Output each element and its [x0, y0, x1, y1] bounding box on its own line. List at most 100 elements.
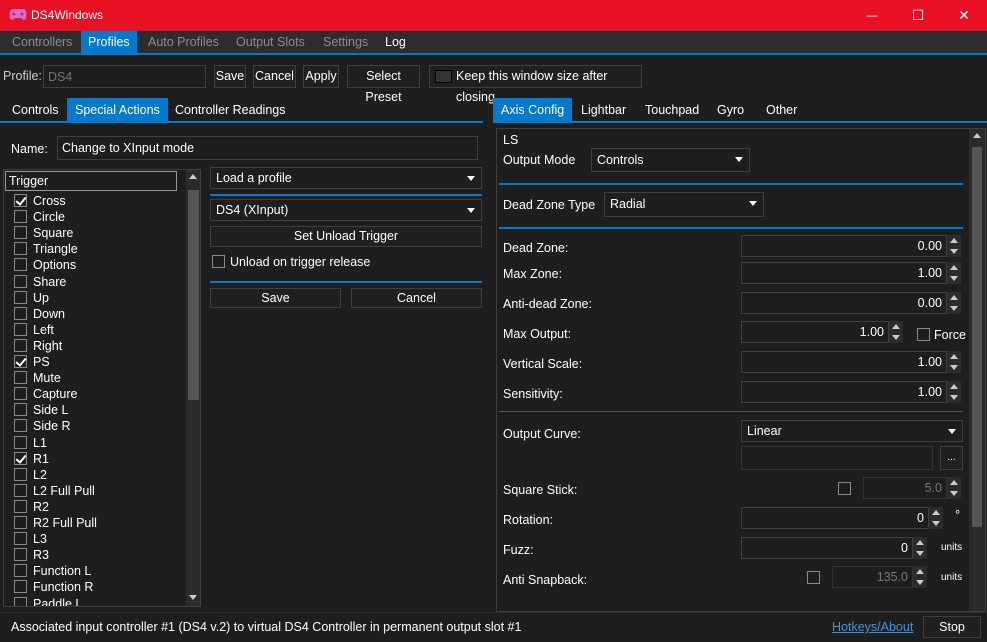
profile-apply-button[interactable]: Apply: [303, 65, 339, 88]
max-output-spinner[interactable]: [889, 321, 903, 343]
scroll-thumb[interactable]: [972, 147, 982, 527]
trigger-checkbox[interactable]: [14, 403, 27, 417]
tab-output-slots[interactable]: Output Slots: [229, 31, 312, 53]
axis-scrollbar[interactable]: [969, 129, 985, 611]
hotkeys-about-link[interactable]: Hotkeys/About: [832, 620, 913, 634]
degree-label: °: [955, 507, 961, 522]
profile-name-input[interactable]: [43, 65, 206, 88]
action-save-button[interactable]: Save: [210, 288, 341, 308]
keep-size-toggle[interactable]: Keep this window size after closing: [429, 65, 642, 104]
minimize-button[interactable]: —: [849, 0, 895, 31]
profile-save-button[interactable]: Save: [214, 65, 246, 88]
custom-curve-input: [741, 446, 933, 470]
scroll-thumb[interactable]: [188, 190, 199, 400]
maximize-button[interactable]: ☐: [895, 0, 941, 31]
stop-button[interactable]: Stop: [923, 616, 981, 638]
trigger-checkbox[interactable]: [14, 419, 27, 433]
trigger-scrollbar[interactable]: [186, 170, 200, 606]
trigger-checkbox[interactable]: [14, 290, 27, 304]
max-output-input[interactable]: 1.00: [741, 321, 889, 343]
trigger-checkbox[interactable]: [14, 226, 27, 240]
dead-zone-input[interactable]: 0.00: [741, 235, 947, 257]
trigger-checkbox[interactable]: [14, 371, 27, 385]
trigger-checkbox[interactable]: [14, 435, 27, 449]
action-cancel-button[interactable]: Cancel: [351, 288, 482, 308]
tab-controllers[interactable]: Controllers: [5, 31, 79, 53]
tab-special-actions[interactable]: Special Actions: [67, 98, 168, 122]
tab-controller-readings[interactable]: Controller Readings: [167, 98, 293, 122]
tab-profiles[interactable]: Profiles: [81, 31, 137, 53]
anti-snapback-checkbox[interactable]: [807, 571, 820, 584]
max-zone-spinner[interactable]: [947, 262, 961, 284]
trigger-label: PS: [33, 355, 50, 369]
curve-editor-button[interactable]: ...: [940, 446, 963, 470]
trigger-checkbox[interactable]: [14, 564, 27, 578]
chevron-down-icon: [749, 201, 757, 206]
trigger-checkbox[interactable]: [14, 548, 27, 562]
trigger-checkbox[interactable]: [14, 258, 27, 272]
fuzz-spinner[interactable]: [913, 537, 927, 559]
tab-controls[interactable]: Controls: [4, 98, 67, 122]
trigger-checkbox[interactable]: [14, 194, 27, 207]
trigger-checkbox[interactable]: [14, 210, 27, 224]
trigger-label: R1: [33, 451, 49, 466]
max-zone-input[interactable]: 1.00: [741, 262, 947, 284]
tab-log[interactable]: Log: [378, 31, 413, 53]
trigger-checkbox[interactable]: [14, 451, 27, 465]
trigger-checkbox[interactable]: [14, 596, 27, 606]
vertical-scale-spinner[interactable]: [947, 351, 961, 373]
tab-lightbar[interactable]: Lightbar: [573, 98, 634, 122]
trigger-label: Left: [33, 322, 54, 337]
trigger-label: L1: [33, 435, 47, 450]
tab-axis-config[interactable]: Axis Config: [493, 98, 573, 122]
scroll-up-icon[interactable]: [973, 133, 981, 138]
trigger-checkbox[interactable]: [14, 274, 27, 288]
close-button[interactable]: ✕: [941, 0, 987, 31]
anti-dead-zone-spinner[interactable]: [947, 292, 961, 314]
trigger-checkbox[interactable]: [14, 242, 27, 256]
select-preset-button[interactable]: Select Preset: [347, 65, 420, 104]
rotation-spinner[interactable]: [929, 507, 943, 529]
trigger-checkbox[interactable]: [14, 306, 27, 320]
tab-touchpad[interactable]: Touchpad: [637, 98, 707, 122]
anti-dead-zone-input[interactable]: 0.00: [741, 292, 947, 314]
set-unload-trigger-button[interactable]: Set Unload Trigger: [210, 226, 482, 247]
tab-other[interactable]: Other: [758, 98, 805, 122]
sensitivity-input[interactable]: 1.00: [741, 381, 947, 403]
action-type-select[interactable]: Load a profile: [210, 167, 482, 189]
trigger-list[interactable]: Trigger Cross Circle Square Triangle Options…: [3, 169, 201, 607]
square-stick-spinner[interactable]: [947, 477, 961, 499]
trigger-checkbox[interactable]: [14, 580, 27, 594]
profile-cancel-button[interactable]: Cancel: [253, 65, 296, 88]
trigger-checkbox[interactable]: [14, 338, 27, 352]
vertical-scale-input[interactable]: 1.00: [741, 351, 947, 373]
trigger-checkbox[interactable]: [14, 532, 27, 546]
sensitivity-spinner[interactable]: [947, 381, 961, 403]
anti-snapback-spinner[interactable]: [913, 566, 927, 588]
unload-release-checkbox[interactable]: [212, 255, 225, 268]
trigger-checkbox[interactable]: [14, 499, 27, 513]
dead-zone-spinner[interactable]: [947, 235, 961, 257]
trigger-checkbox[interactable]: [14, 355, 27, 368]
trigger-checkbox[interactable]: [14, 483, 27, 497]
fuzz-input[interactable]: 0: [741, 537, 913, 559]
trigger-label: Triangle: [33, 242, 78, 257]
rotation-input[interactable]: 0: [741, 507, 929, 529]
minimize-icon: —: [866, 9, 878, 22]
output-mode-select[interactable]: Controls: [591, 148, 750, 172]
trigger-checkbox[interactable]: [14, 516, 27, 529]
dead-zone-type-select[interactable]: Radial: [604, 192, 764, 217]
trigger-checkbox[interactable]: [14, 467, 27, 481]
scroll-down-icon[interactable]: [189, 595, 197, 600]
scroll-up-icon[interactable]: [189, 174, 197, 179]
tab-auto-profiles[interactable]: Auto Profiles: [141, 31, 226, 53]
force-checkbox[interactable]: [917, 328, 930, 341]
profile-select[interactable]: DS4 (XInput): [210, 199, 482, 221]
tab-settings[interactable]: Settings: [316, 31, 375, 53]
square-stick-checkbox[interactable]: [838, 482, 851, 495]
trigger-checkbox[interactable]: [14, 387, 27, 401]
tab-gyro[interactable]: Gyro: [709, 98, 752, 122]
trigger-checkbox[interactable]: [14, 322, 27, 336]
output-curve-select[interactable]: Linear: [741, 420, 963, 442]
action-name-input[interactable]: Change to XInput mode: [57, 136, 478, 160]
